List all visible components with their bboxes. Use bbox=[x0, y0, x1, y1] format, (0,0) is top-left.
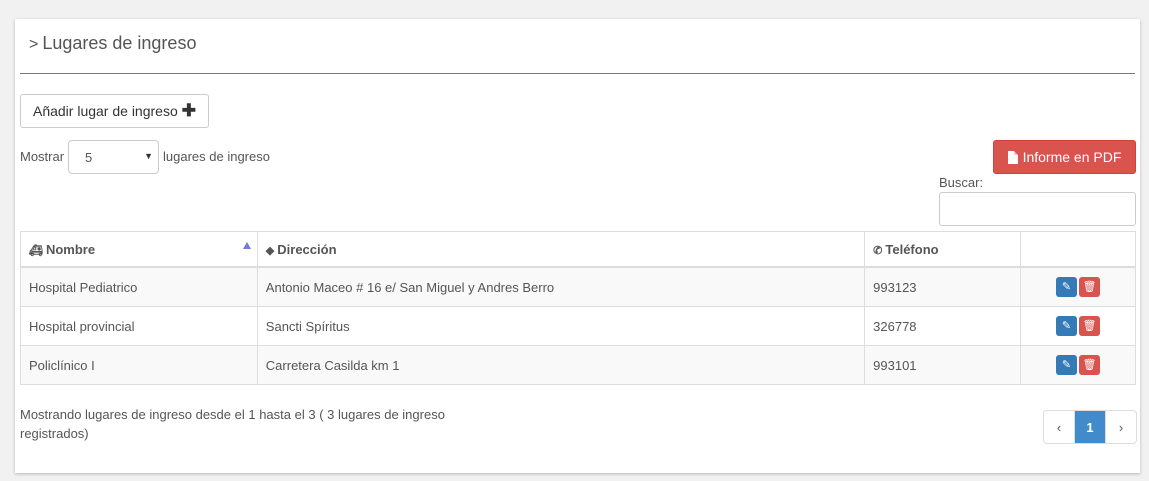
pagination-previous-button[interactable]: ‹ bbox=[1044, 411, 1075, 443]
cell-direccion: Antonio Maceo # 16 e/ San Miguel y Andre… bbox=[256, 266, 866, 307]
delete-trash-icon[interactable]: 🗑︎ bbox=[1079, 355, 1101, 375]
cell-direccion: Carretera Casilda km 1 bbox=[256, 345, 866, 385]
header-telefono-label: Teléfono bbox=[885, 241, 939, 257]
file-icon bbox=[1007, 150, 1018, 164]
table-row: Hospital Pediatrico Antonio Maceo # 16 e… bbox=[20, 266, 1136, 307]
tag-icon: ◆ bbox=[265, 244, 275, 257]
column-header-nombre[interactable]: 🚑︎ Nombre bbox=[20, 231, 258, 268]
cell-actions: ✎ 🗑︎ bbox=[1020, 266, 1136, 307]
chevron-right-icon: > bbox=[29, 36, 39, 53]
header-nombre-label: Nombre bbox=[45, 241, 96, 257]
page-length-select[interactable]: 5 ▼ bbox=[68, 140, 159, 174]
table-info-text: Mostrando lugares de ingreso desde el 1 … bbox=[20, 407, 445, 441]
pagination: ‹ 1 › bbox=[1043, 410, 1137, 444]
cell-nombre: Hospital provincial bbox=[20, 306, 258, 346]
cell-telefono: 993123 bbox=[864, 266, 1022, 307]
pagination-page-1[interactable]: 1 bbox=[1075, 411, 1105, 443]
table-header-row: 🚑︎ Nombre ◆ Dirección ✆ Teléfono bbox=[20, 231, 1136, 268]
column-header-actions bbox=[1020, 231, 1136, 268]
sort-ascending-icon bbox=[242, 242, 251, 249]
edit-pencil-icon[interactable]: ✎ bbox=[1056, 355, 1078, 375]
edit-pencil-icon[interactable]: ✎ bbox=[1056, 277, 1078, 297]
page-title: > Lugares de ingreso bbox=[29, 33, 196, 54]
delete-trash-icon[interactable]: 🗑︎ bbox=[1079, 277, 1101, 297]
column-header-telefono[interactable]: ✆ Teléfono bbox=[864, 231, 1022, 268]
cell-telefono: 993101 bbox=[864, 345, 1022, 385]
header-direccion-label: Dirección bbox=[277, 241, 337, 257]
add-place-label: Añadir lugar de ingreso bbox=[32, 103, 178, 119]
delete-trash-icon[interactable]: 🗑︎ bbox=[1079, 316, 1101, 336]
length-prefix-label: Mostrar bbox=[20, 149, 65, 164]
pagination-next-button[interactable]: › bbox=[1105, 411, 1136, 443]
plus-icon: ✚ bbox=[181, 101, 196, 120]
search-label: Buscar: bbox=[939, 175, 984, 190]
places-table: 🚑︎ Nombre ◆ Dirección ✆ Teléfono Hospital P… bbox=[20, 231, 1136, 385]
cell-actions: ✎ 🗑︎ bbox=[1020, 345, 1136, 385]
ambulance-icon: 🚑︎ bbox=[29, 244, 43, 257]
caret-down-icon: ▼ bbox=[144, 151, 153, 161]
phone-icon: ✆ bbox=[873, 244, 883, 257]
cell-telefono: 326778 bbox=[864, 306, 1022, 346]
divider bbox=[20, 73, 1135, 74]
column-header-direccion[interactable]: ◆ Dirección bbox=[256, 231, 866, 268]
cell-actions: ✎ 🗑︎ bbox=[1020, 306, 1136, 346]
pdf-report-button[interactable]: Informe en PDF bbox=[993, 140, 1136, 174]
main-panel: > Lugares de ingreso Añadir lugar de ingr… bbox=[15, 19, 1140, 473]
table-row: Policlínico I Carretera Casilda km 1 993… bbox=[20, 345, 1136, 385]
pdf-report-label: Informe en PDF bbox=[1022, 149, 1122, 165]
cell-direccion: Sancti Spíritus bbox=[256, 306, 866, 346]
table-row: Hospital provincial Sancti Spíritus 3267… bbox=[20, 306, 1136, 346]
search-input[interactable] bbox=[939, 192, 1136, 226]
add-place-button[interactable]: Añadir lugar de ingreso ✚ bbox=[20, 94, 209, 128]
length-suffix-label: lugares de ingreso bbox=[163, 149, 270, 164]
cell-nombre: Hospital Pediatrico bbox=[20, 266, 258, 307]
cell-nombre: Policlínico I bbox=[20, 345, 258, 385]
edit-pencil-icon[interactable]: ✎ bbox=[1056, 316, 1078, 336]
page-title-text: Lugares de ingreso bbox=[42, 33, 197, 53]
page-length-value: 5 bbox=[85, 149, 93, 165]
